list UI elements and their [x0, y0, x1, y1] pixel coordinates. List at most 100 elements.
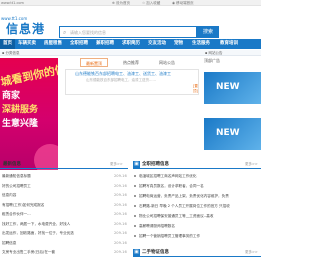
- notice-top-tag: [置顶]: [193, 84, 198, 93]
- bullet-icon: [134, 195, 136, 197]
- top-domain: www.tt1.com: [1, 1, 24, 5]
- job-row-title[interactable]: 物业公司招聘保安普通员工等__工资面议--高收: [139, 213, 261, 219]
- cart-icon: ▣: [133, 249, 140, 256]
- ad-image[interactable]: NEW: [204, 118, 261, 150]
- latest-row-date: 209-16: [114, 193, 127, 197]
- nav-services[interactable]: 生活服务: [192, 39, 210, 49]
- bullet-icon: [134, 205, 136, 207]
- job-row-title[interactable]: 高薪聘请厨师招聘数名: [139, 223, 261, 229]
- banner-line: 商家: [2, 91, 21, 101]
- sub-bar-announcement[interactable]: ▪ 网站公告: [205, 50, 223, 56]
- banner-line: 生意兴隆: [2, 119, 39, 129]
- jobs-section-title: 全职招聘信息: [142, 162, 169, 167]
- site-logo[interactable]: 信息港: [6, 20, 45, 37]
- job-row[interactable]: 高薪聘请厨师招聘数名: [134, 223, 261, 229]
- latest-row-title[interactable]: 有招聘(工作)如何完成报名: [2, 202, 110, 208]
- search-placeholder: 请输入您要找的信息: [70, 30, 106, 35]
- latest-row[interactable]: 租赁合作伙伴一… 209-16: [2, 211, 128, 217]
- featured-notice[interactable]: 山东德能铁百东部招聘电工、油漆工、送货工、油漆工 山东德能铁百东部招聘电工，油漆…: [65, 69, 199, 95]
- main-nav: 首页 车辆买卖 房屋租售 全职招聘 兼职招聘 求职简历 交友活动 宠物 生活服务…: [0, 39, 261, 49]
- search-icon: ⌕: [63, 29, 67, 36]
- nav-pets[interactable]: 宠物: [174, 39, 183, 49]
- promo-banner[interactable]: 城看到你的信息 商家 深耕服务 生意兴隆: [0, 58, 58, 170]
- jobs-more-link[interactable]: 更多>>: [245, 160, 258, 169]
- used-more-link[interactable]: 更多>>: [245, 248, 258, 257]
- latest-row-date: 209-16: [114, 250, 127, 254]
- latest-row-title[interactable]: 招聘信息: [2, 240, 110, 246]
- latest-row-date: 209-16: [114, 212, 127, 216]
- job-row[interactable]: 临淄城区招聘工商名声网站工作优化: [134, 173, 261, 179]
- latest-more-link[interactable]: 更多>>: [110, 160, 123, 169]
- nav-vehicles[interactable]: 车辆买卖: [18, 39, 36, 49]
- latest-row-date: 209-16: [114, 183, 127, 188]
- tab-notice[interactable]: 网站公告: [153, 58, 181, 67]
- tab-hot[interactable]: 热点推荐: [117, 58, 145, 67]
- job-row[interactable]: 招聘电商运营，负责产品上架，负责优化内容维护，负责: [134, 193, 261, 199]
- latest-row-title[interactable]: 好的公司招聘员工: [2, 183, 110, 189]
- latest-row-date: 209-16: [114, 202, 127, 207]
- bullet-icon: [134, 185, 136, 187]
- job-row[interactable]: 招聘写真员数名，设计求职者，合同一名: [134, 183, 261, 189]
- latest-row-title[interactable]: 找好工作，两居一下，水电费齐全，好找人: [2, 221, 110, 227]
- job-row-title[interactable]: 招聘电商运营，负责产品上架，负责优化内容维护，负责: [139, 193, 261, 199]
- ad-text: NEW: [216, 82, 240, 92]
- header: www.tt1.com 信息港 ⌕ 请输入您要找的信息 搜索 热门搜索：招聘 求…: [0, 7, 261, 43]
- job-row[interactable]: 招聘一个营销招聘员工管理事务的工作: [134, 233, 261, 239]
- latest-row[interactable]: 文房专业出售二手房(日后)在一套 209-16: [2, 249, 128, 255]
- latest-row-title[interactable]: 最新通知信息标题: [2, 173, 110, 179]
- latest-section-header: 最新信息 更多>>: [0, 160, 128, 169]
- latest-row-date: 209-16: [114, 174, 127, 178]
- latest-row[interactable]: 招聘信息 209-16: [2, 240, 128, 246]
- search-button[interactable]: 搜索: [197, 26, 219, 38]
- latest-row-title[interactable]: 租赁合作伙伴一…: [2, 211, 110, 217]
- used-section-header: ▣ 二手物证信息 更多>>: [133, 248, 261, 257]
- tab-latest-top[interactable]: 最新置顶: [80, 58, 108, 67]
- top-bar: www.tt1.com ⊕ 设为首页 ☆ 加入收藏 ◉ 移动端首页: [0, 0, 261, 6]
- job-row-title[interactable]: 石聘路-新日 早晚 2 个人员工开展岗位工作的官方 只招收: [139, 203, 261, 209]
- latest-row[interactable]: 出发运作，回收路面，好找一位于，专业优选 209-16: [2, 230, 128, 236]
- nav-dating[interactable]: 交友活动: [148, 39, 166, 49]
- latest-row-date: 209-16: [114, 221, 127, 226]
- job-row[interactable]: 物业公司招聘保安普通员工等__工资面议--高收: [134, 213, 261, 219]
- bullet-icon: [134, 225, 136, 227]
- job-row-title[interactable]: 招聘写真员数名，设计求职者，合同一名: [139, 183, 261, 189]
- page: www.tt1.com ⊕ 设为首页 ☆ 加入收藏 ◉ 移动端首页 www.tt…: [0, 0, 261, 261]
- ad-image[interactable]: NEW: [204, 72, 261, 104]
- search-input[interactable]: ⌕ 请输入您要找的信息: [59, 26, 197, 38]
- nav-resumes[interactable]: 求职简历: [122, 39, 140, 49]
- latest-row[interactable]: 找好工作，两居一下，水电费齐全，好找人 209-16: [2, 221, 128, 227]
- info-tabs: 最新置顶 热点推荐 网站公告: [65, 58, 190, 68]
- ads-header: 顶部广告: [204, 58, 220, 63]
- set-homepage-link[interactable]: ⊕ 设为首页: [112, 0, 130, 6]
- latest-row[interactable]: 好的公司招聘员工 209-16: [2, 183, 128, 189]
- latest-row[interactable]: 有招聘(工作)如何完成报名 209-16: [2, 202, 128, 208]
- latest-section-title: 最新信息: [3, 162, 21, 167]
- latest-row-date: 209-16: [114, 240, 127, 245]
- job-row-title[interactable]: 临淄城区招聘工商名声网站工作优化: [139, 173, 261, 179]
- notice-title[interactable]: 山东德能铁百东部招聘电工、油漆工、送货工、油漆工: [75, 71, 171, 77]
- jobs-section-header: ▣ 全职招聘信息 更多>>: [133, 160, 261, 169]
- bullet-icon: [134, 175, 136, 177]
- latest-row-title[interactable]: 文房专业出售二手房(日后)在一套: [2, 249, 110, 255]
- latest-row-title[interactable]: 信息内容: [2, 192, 110, 198]
- nav-fulltime-jobs[interactable]: 全职招聘: [70, 39, 88, 49]
- add-favorite-link[interactable]: ☆ 加入收藏: [142, 0, 160, 6]
- nav-parttime-jobs[interactable]: 兼职招聘: [96, 39, 114, 49]
- latest-row[interactable]: 信息内容 209-16: [2, 192, 128, 198]
- latest-row-date: 209-16: [114, 231, 127, 235]
- used-section-title: 二手物证信息: [142, 250, 169, 255]
- banner-line: 深耕服务: [2, 105, 39, 115]
- sub-bar-category[interactable]: ▪ 分类信息: [2, 50, 20, 56]
- mobile-home-link[interactable]: ◉ 移动端首页: [172, 0, 194, 6]
- banner-line: 城看到你的信息: [0, 60, 58, 89]
- right-ads: 顶部广告 NEW NEW: [204, 58, 261, 170]
- job-row[interactable]: 石聘路-新日 早晚 2 个人员工开展岗位工作的官方 只招收: [134, 203, 261, 209]
- ad-text: NEW: [216, 128, 240, 138]
- bullet-icon: [134, 215, 136, 217]
- nav-housing[interactable]: 房屋租售: [44, 39, 62, 49]
- nav-education[interactable]: 教育培训: [220, 39, 238, 49]
- nav-home[interactable]: 首页: [0, 39, 15, 49]
- job-row-title[interactable]: 招聘一个营销招聘员工管理事务的工作: [139, 233, 261, 239]
- latest-row[interactable]: 最新通知信息标题 209-16: [2, 173, 128, 179]
- latest-row-title[interactable]: 出发运作，回收路面，好找一位于，专业优选: [2, 230, 110, 236]
